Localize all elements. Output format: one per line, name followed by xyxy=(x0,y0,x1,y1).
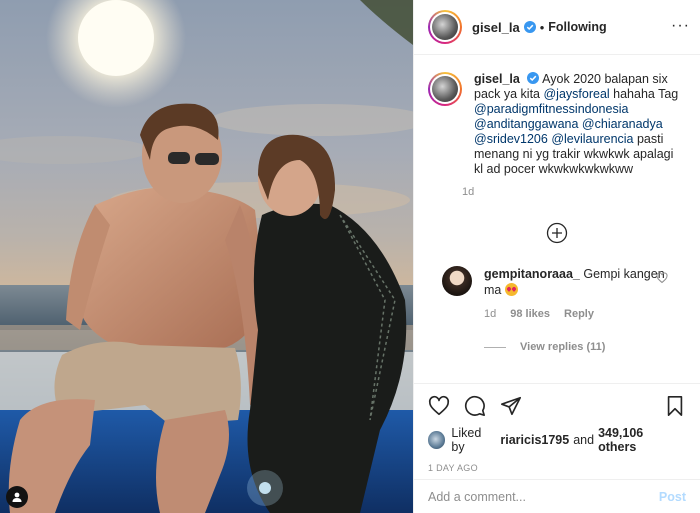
post-comment-button[interactable]: Post xyxy=(659,490,686,504)
post-actions: Liked by riaricis1795 and 349,106 others… xyxy=(414,383,700,473)
replies-line xyxy=(484,346,506,348)
comment-timestamp[interactable]: 1d xyxy=(484,306,496,322)
caption-body: Ayok 2020 balapan six pack ya kita @jays… xyxy=(474,72,678,176)
liker-avatar[interactable] xyxy=(428,431,446,449)
caption-timestamp[interactable]: 1d xyxy=(462,186,684,198)
mention-link[interactable]: @sridev1206 xyxy=(474,132,548,146)
verified-badge-icon xyxy=(523,21,536,33)
share-paper-plane-icon[interactable] xyxy=(500,395,522,417)
post-side-panel: gisel_la • Following ··· gisel_la Ayok 2… xyxy=(413,0,700,513)
save-bookmark-icon[interactable] xyxy=(664,395,686,417)
likes-and: and xyxy=(573,433,595,447)
mention-link[interactable]: @paradigmfitnessindonesia xyxy=(474,102,628,116)
verified-badge-icon xyxy=(527,72,540,84)
like-comment-icon[interactable] xyxy=(656,272,668,284)
caption-text-fragment: hahaha Tag xyxy=(609,87,679,101)
caption-username[interactable]: gisel_la xyxy=(474,72,520,86)
liked-by-label: Liked by xyxy=(451,426,482,454)
profile-avatar[interactable] xyxy=(428,10,462,44)
view-replies-label: View replies (11) xyxy=(520,341,606,353)
comment-item: gempitanoraaa_ Gempi kangen ma 1d 98 lik… xyxy=(428,266,686,322)
likes-count[interactable]: 349,106 others xyxy=(598,426,682,454)
user-tag-icon xyxy=(12,492,22,502)
mention-link[interactable]: @chiaranadya xyxy=(582,117,663,131)
following-button[interactable]: Following xyxy=(548,20,606,34)
caption-avatar[interactable] xyxy=(428,72,462,106)
comment-bubble-icon[interactable] xyxy=(464,395,486,417)
mention-link[interactable]: @anditanggawana xyxy=(474,117,578,131)
post-photo[interactable] xyxy=(0,0,413,513)
likes-summary: Liked by riaricis1795 and 349,106 others xyxy=(428,426,686,454)
post-caption: gisel_la Ayok 2020 balapan six pack ya k… xyxy=(428,72,686,198)
mention-link[interactable]: @levilaurencia xyxy=(551,132,633,146)
load-more-comments-icon[interactable] xyxy=(546,222,568,244)
more-options-icon[interactable]: ··· xyxy=(671,18,690,34)
caption-text: gisel_la Ayok 2020 balapan six pack ya k… xyxy=(474,72,684,177)
user-tag-button[interactable] xyxy=(6,486,28,508)
liker-username[interactable]: riaricis1795 xyxy=(500,433,569,447)
comments-section: gisel_la Ayok 2020 balapan six pack ya k… xyxy=(414,56,700,383)
add-comment-input[interactable] xyxy=(428,489,659,504)
header-username[interactable]: gisel_la xyxy=(472,20,520,35)
post-photo-art xyxy=(0,0,413,513)
like-heart-icon[interactable] xyxy=(428,395,450,417)
reply-button[interactable]: Reply xyxy=(564,306,594,322)
add-comment-bar: Post xyxy=(414,479,700,513)
separator-dot: • xyxy=(539,19,545,35)
view-replies-button[interactable]: View replies (11) xyxy=(484,341,686,353)
heart-eyes-emoji-icon xyxy=(504,283,518,296)
mention-link[interactable]: @jaysforeal xyxy=(543,87,609,101)
comment-avatar[interactable] xyxy=(442,266,472,296)
comment-likes[interactable]: 98 likes xyxy=(510,306,550,322)
comment-username[interactable]: gempitanoraaa_ xyxy=(484,267,580,281)
post-header: gisel_la • Following ··· xyxy=(414,0,700,55)
post-date[interactable]: 1 DAY AGO xyxy=(428,463,686,473)
